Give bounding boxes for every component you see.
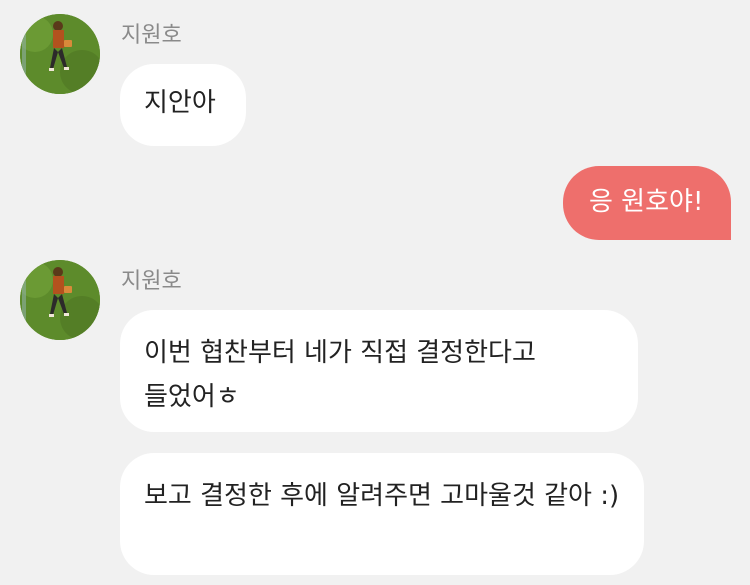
- incoming-message-bubble[interactable]: 지안아: [120, 64, 246, 146]
- incoming-message-bubble[interactable]: 이번 협찬부터 네가 직접 결정한다고 들었어ㅎ: [120, 310, 638, 432]
- outgoing-message-bubble[interactable]: 응 원호야!: [563, 166, 731, 240]
- avatar-photo-icon: [20, 260, 100, 340]
- avatar-photo-icon: [20, 14, 100, 94]
- incoming-message-bubble[interactable]: 보고 결정한 후에 알려주면 고마울것 같아 :): [120, 453, 644, 575]
- sender-avatar[interactable]: [20, 260, 100, 340]
- sender-name: 지원호: [121, 269, 182, 294]
- sender-name: 지원호: [121, 23, 182, 48]
- sender-avatar[interactable]: [20, 14, 100, 94]
